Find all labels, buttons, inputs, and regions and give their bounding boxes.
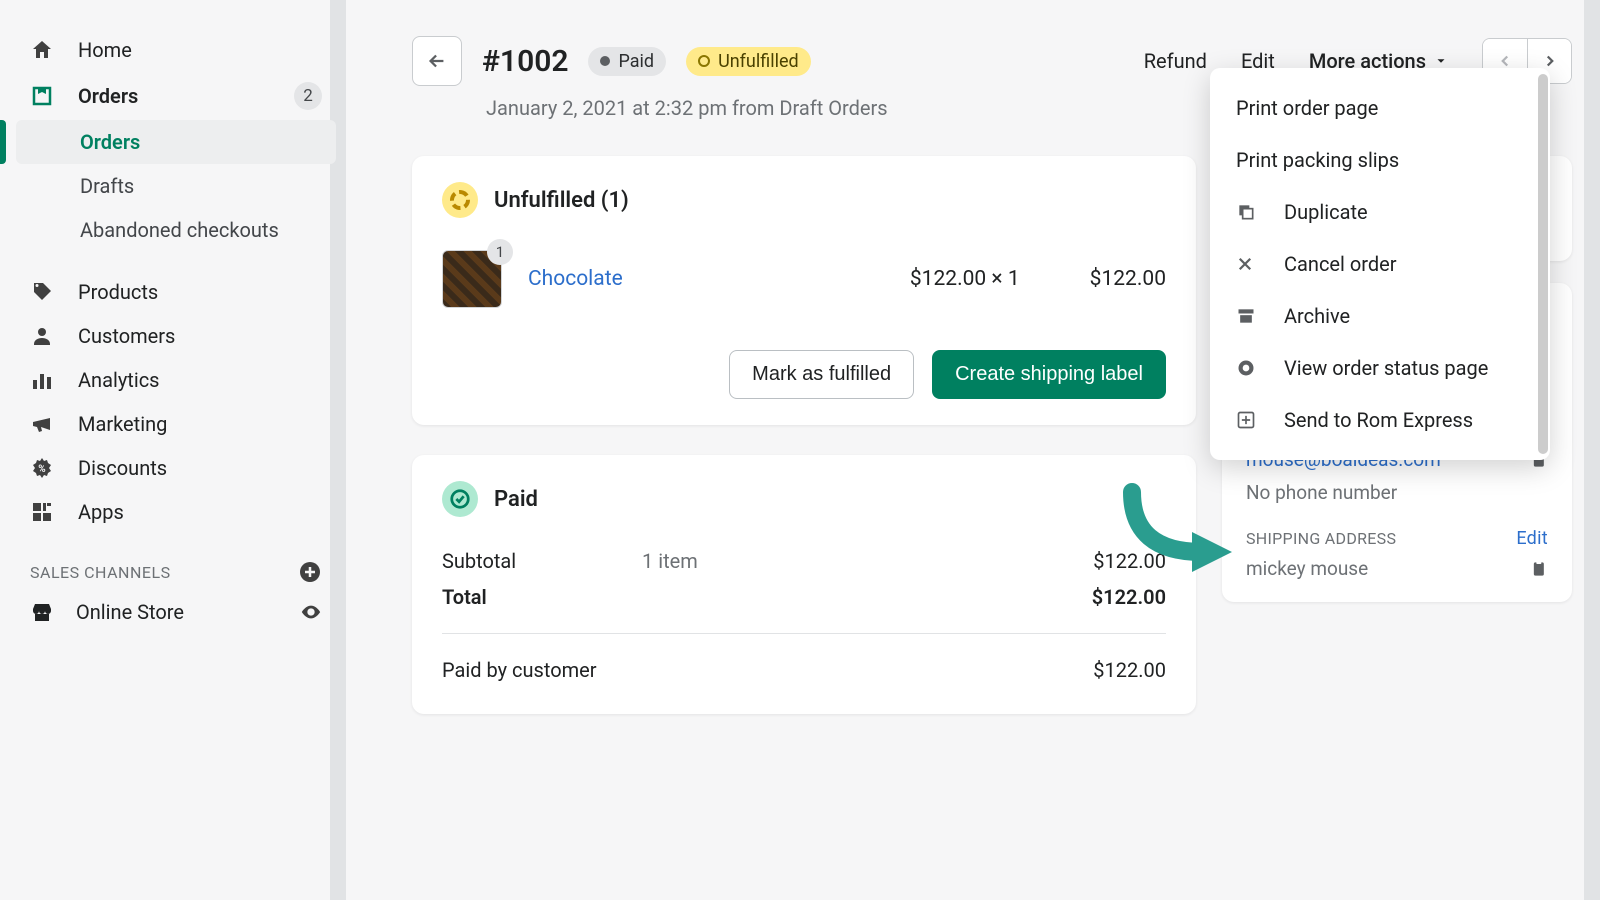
marketing-icon	[30, 412, 56, 436]
dd-send-rom-express[interactable]: Send to Rom Express	[1210, 394, 1550, 446]
duplicate-icon	[1236, 202, 1260, 222]
dd-archive[interactable]: Archive	[1210, 290, 1550, 342]
unfulfilled-card: Unfulfilled (1) 1 Chocolate $122.00 × 1 …	[412, 156, 1196, 425]
unfulfilled-title: Unfulfilled (1)	[494, 188, 629, 213]
close-icon	[1236, 255, 1260, 273]
subtotal-value: $122.00	[1093, 549, 1166, 573]
nav-label: Marketing	[78, 412, 167, 436]
nav-customers[interactable]: Customers	[16, 314, 336, 358]
customers-icon	[30, 324, 56, 348]
dd-print-slips[interactable]: Print packing slips	[1210, 134, 1550, 186]
contact-phone: No phone number	[1246, 481, 1548, 504]
shipping-edit-link[interactable]: Edit	[1516, 528, 1548, 549]
paid-by-label: Paid by customer	[442, 658, 1093, 682]
create-shipping-label-button[interactable]: Create shipping label	[932, 350, 1166, 399]
divider	[442, 633, 1166, 634]
paid-title: Paid	[494, 487, 538, 512]
nav-label: Discounts	[78, 456, 167, 480]
paid-card: Paid Subtotal 1 item $122.00 Total $122.…	[412, 455, 1196, 714]
nav-label: Products	[78, 280, 158, 304]
products-icon	[30, 280, 56, 304]
nav-sub-drafts[interactable]: Drafts	[16, 164, 336, 208]
shipping-heading: SHIPPING ADDRESS	[1246, 529, 1396, 548]
unfulfilled-status-icon	[442, 182, 478, 218]
clipboard-icon[interactable]	[1528, 559, 1548, 579]
orders-icon	[30, 84, 56, 108]
product-thumbnail[interactable]: 1	[442, 250, 502, 308]
line-item-row: 1 Chocolate $122.00 × 1 $122.00	[442, 244, 1166, 314]
nav-label: Home	[78, 38, 132, 62]
line-unit-price: $122.00 × 1	[910, 267, 1020, 291]
svg-text:%: %	[38, 464, 45, 475]
more-actions-dropdown: Print order page Print packing slips Dup…	[1210, 68, 1550, 460]
ring-icon	[698, 55, 710, 67]
nav-label: Customers	[78, 324, 175, 348]
store-icon	[30, 600, 54, 624]
nav-discounts[interactable]: % Discounts	[16, 446, 336, 490]
subtotal-items: 1 item	[642, 549, 1093, 573]
apps-icon	[30, 500, 56, 524]
back-button[interactable]	[412, 36, 462, 86]
refund-link[interactable]: Refund	[1144, 49, 1207, 73]
dropdown-scrollbar[interactable]	[1538, 74, 1548, 454]
nav-sub-abandoned[interactable]: Abandoned checkouts	[16, 208, 336, 252]
nav-products[interactable]: Products	[16, 270, 336, 314]
product-link[interactable]: Chocolate	[528, 267, 623, 291]
sales-channels-label: SALES CHANNELS	[16, 534, 336, 590]
discounts-icon: %	[30, 456, 56, 480]
shipping-name: mickey mouse	[1246, 557, 1368, 580]
eye-icon[interactable]	[300, 601, 322, 623]
app-icon	[1236, 410, 1260, 430]
channel-online-store[interactable]: Online Store	[16, 590, 336, 634]
total-value: $122.00	[1092, 585, 1166, 609]
nav-label: Analytics	[78, 368, 160, 392]
main-content: #1002 Paid Unfulfilled Refund Edit More …	[346, 0, 1600, 900]
sidebar: Home Orders 2 Orders Drafts Abandoned ch…	[0, 0, 346, 900]
nav-analytics[interactable]: Analytics	[16, 358, 336, 402]
qty-badge: 1	[487, 239, 513, 265]
channel-label: Online Store	[76, 600, 184, 624]
subtotal-label: Subtotal	[442, 549, 642, 573]
line-total: $122.00	[1090, 267, 1166, 291]
dd-cancel-order[interactable]: Cancel order	[1210, 238, 1550, 290]
analytics-icon	[30, 368, 56, 392]
nav-label: Apps	[78, 500, 124, 524]
mark-fulfilled-button[interactable]: Mark as fulfilled	[729, 350, 914, 399]
nav-label: Orders	[78, 84, 138, 108]
home-icon	[30, 38, 56, 62]
paid-by-value: $122.00	[1093, 658, 1166, 682]
nav-orders[interactable]: Orders 2	[16, 72, 336, 120]
paid-status-icon	[442, 481, 478, 517]
badge-unfulfilled: Unfulfilled	[686, 47, 811, 76]
eye-icon	[1236, 358, 1260, 378]
dot-icon	[600, 56, 610, 66]
badge-paid: Paid	[588, 47, 666, 76]
dd-duplicate[interactable]: Duplicate	[1210, 186, 1550, 238]
dd-view-status[interactable]: View order status page	[1210, 342, 1550, 394]
order-number: #1002	[482, 44, 568, 79]
add-channel-icon[interactable]	[298, 560, 322, 584]
dd-print-order[interactable]: Print order page	[1210, 82, 1550, 134]
nav-sub-orders[interactable]: Orders	[16, 120, 336, 164]
total-label: Total	[442, 585, 642, 609]
nav-home[interactable]: Home	[16, 28, 336, 72]
main-scrollbar[interactable]	[1584, 0, 1600, 900]
nav-marketing[interactable]: Marketing	[16, 402, 336, 446]
archive-icon	[1236, 306, 1260, 326]
caret-down-icon	[1434, 54, 1448, 68]
orders-count-badge: 2	[294, 82, 322, 110]
nav-apps[interactable]: Apps	[16, 490, 336, 534]
